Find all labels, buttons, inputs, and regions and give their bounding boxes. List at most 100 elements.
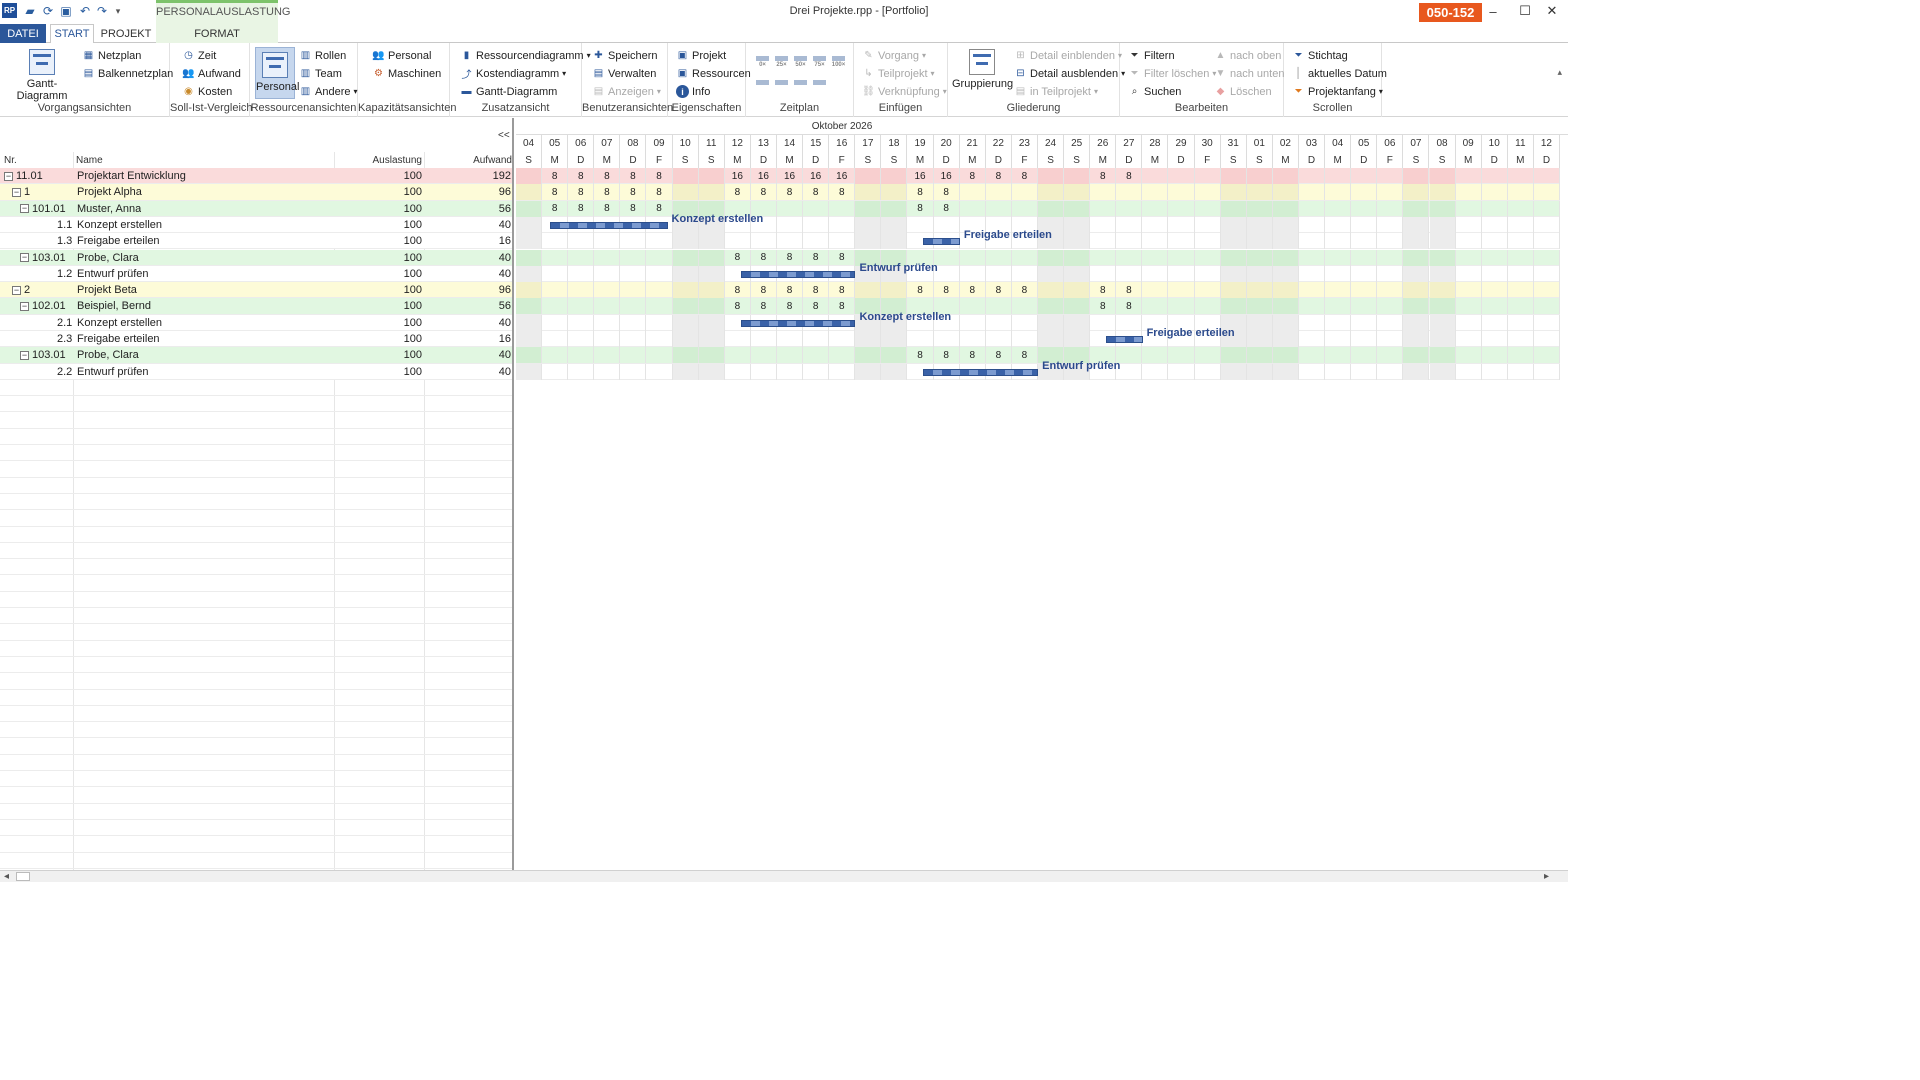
table-row[interactable]: −101.01 Muster, Anna 100 56	[0, 200, 512, 217]
timeline-cell	[986, 331, 1012, 347]
col-auslastung-header[interactable]: Auslastung	[336, 152, 422, 168]
row-auslastung: 100	[403, 333, 422, 345]
zoom-75-icon[interactable]: 75×	[811, 55, 828, 70]
info-button[interactable]: i Info	[676, 83, 710, 100]
in-teilprojekt-button[interactable]: ▤ in Teilprojekt ▾	[1014, 83, 1098, 100]
table-row[interactable]: 2.3 Freigabe erteilen 100 16	[0, 331, 512, 348]
table-row[interactable]: −103.01 Probe, Clara 100 40	[0, 249, 512, 266]
table-row[interactable]: −103.01 Probe, Clara 100 40	[0, 347, 512, 364]
balkennetzplan-button[interactable]: ▤ Balkennetzplan	[82, 65, 173, 82]
align-right-icon[interactable]	[792, 79, 809, 94]
scroll-left-icon[interactable]: ◂	[4, 871, 9, 882]
collapse-row-icon[interactable]: −	[20, 204, 29, 214]
anzeigen-button[interactable]: ▤ Anzeigen ▾	[592, 83, 661, 100]
tab-start[interactable]: START	[50, 24, 94, 44]
close-button[interactable]: ✕	[1537, 2, 1567, 20]
table-row[interactable]: −102.01 Beispiel, Bernd 100 56	[0, 298, 512, 315]
team-button[interactable]: ▥ Team	[299, 65, 342, 82]
task-bar[interactable]	[740, 319, 856, 327]
timeline-cell	[1246, 168, 1273, 184]
zoom-100-icon[interactable]: 100×	[830, 55, 847, 70]
table-row[interactable]: 2.2 Entwurf prüfen 100 40	[0, 363, 512, 380]
horizontal-scrollbar[interactable]: ◂ ▸	[0, 870, 1568, 882]
verknuepfung-button[interactable]: ⛓ Verknüpfung ▾	[862, 83, 947, 100]
task-bar[interactable]	[550, 221, 668, 229]
netzplan-button[interactable]: ▦ Netzplan	[82, 47, 142, 64]
aufwand-button[interactable]: 👥 Aufwand	[182, 65, 241, 82]
stichtag-button[interactable]: ⏷ Stichtag	[1292, 47, 1348, 64]
align-center-icon[interactable]	[773, 79, 790, 94]
table-row[interactable]: 1.1 Konzept erstellen 100 40	[0, 216, 512, 234]
tab-format[interactable]: FORMAT	[156, 24, 278, 43]
kostendiagramm-button[interactable]: ⤴ Kostendiagramm ▾	[460, 65, 567, 82]
scroll-right-icon[interactable]: ▸	[1544, 871, 1549, 882]
verwalten-button[interactable]: ▤ Verwalten	[592, 65, 657, 82]
collapse-table-button[interactable]: <<	[498, 130, 510, 141]
zeitplan-options-icon[interactable]	[811, 79, 828, 94]
zusatz-gantt-button[interactable]: ▬ Gantt-Diagramm	[460, 83, 558, 100]
timeline-cell	[672, 314, 699, 331]
kap-personal-button[interactable]: 👥 Personal	[372, 47, 431, 64]
collapse-row-icon[interactable]: −	[12, 285, 21, 295]
minimize-button[interactable]: –	[1478, 2, 1508, 20]
gantt-small-icon: ▬	[461, 86, 472, 97]
ressourcen-props-button[interactable]: ▣ Ressourcen	[676, 65, 751, 82]
table-row[interactable]: 2.1 Konzept erstellen 100 40	[0, 314, 512, 331]
tab-projekt[interactable]: PROJEKT	[100, 24, 152, 43]
loeschen-button[interactable]: ◆ Löschen	[1214, 83, 1272, 100]
vorgang-button[interactable]: ✎ Vorgang ▾	[862, 47, 926, 64]
task-bar[interactable]	[923, 368, 1039, 376]
table-row[interactable]: −1 Projekt Alpha 100 96	[0, 184, 512, 201]
zeit-button[interactable]: ◷ Zeit	[182, 47, 216, 64]
collapse-row-icon[interactable]: −	[4, 171, 13, 181]
gruppierung-button[interactable]: Gruppierung	[952, 49, 1013, 90]
collapse-row-icon[interactable]: −	[12, 187, 21, 197]
ressourcendiagramm-button[interactable]: ▮ Ressourcendiagramm ▾	[460, 47, 591, 64]
teilprojekt-button[interactable]: ↳ Teilprojekt ▾	[862, 65, 934, 82]
collapse-row-icon[interactable]: −	[20, 253, 29, 262]
personal-view-button[interactable]: Personal	[255, 47, 299, 99]
projekt-props-button[interactable]: ▣ Projekt	[676, 47, 726, 64]
speichern-button[interactable]: ✚ Speichern	[592, 47, 657, 64]
row-name: Freigabe erteilen	[77, 235, 160, 248]
table-row[interactable]: −11.01 Projektart Entwicklung 100 192	[0, 168, 512, 185]
col-aufwand-header[interactable]: Aufwand	[426, 152, 512, 168]
scroll-thumb[interactable]	[16, 872, 30, 881]
zoom-25-icon[interactable]: 25×	[773, 55, 790, 70]
suchen-button[interactable]: ⌕ Suchen	[1128, 83, 1182, 100]
rollen-button[interactable]: ▥ Rollen	[299, 47, 346, 64]
nach-unten-button[interactable]: ▼ nach unten	[1214, 65, 1285, 82]
task-bar[interactable]	[923, 238, 960, 246]
task-bar[interactable]	[740, 270, 856, 278]
detail-einblenden-button[interactable]: ⊞ Detail einblenden ▾	[1014, 47, 1122, 64]
kosten-button[interactable]: ◉ Kosten	[182, 83, 232, 100]
zoom-50-icon[interactable]: 50×	[792, 55, 809, 70]
nach-oben-button[interactable]: ▲ nach oben	[1214, 47, 1282, 64]
ribbon-collapse-icon[interactable]: ▴	[1557, 67, 1562, 78]
table-row[interactable]: 1.2 Entwurf prüfen 100 40	[0, 265, 512, 283]
task-bar[interactable]	[1106, 336, 1143, 343]
aktuelles-datum-button[interactable]: │ aktuelles Datum	[1292, 65, 1387, 82]
collapse-row-icon[interactable]: −	[20, 301, 29, 311]
gantt-diagramm-button[interactable]: Gantt-Diagramm	[4, 49, 80, 102]
timeline-cell	[1325, 249, 1352, 266]
align-left-icon[interactable]	[754, 79, 771, 94]
andere-button[interactable]: ▥ Andere ▾	[299, 83, 358, 100]
collapse-row-icon[interactable]: −	[20, 350, 29, 360]
timeline-cell	[725, 363, 751, 380]
detail-ausblenden-button[interactable]: ⊟ Detail ausblenden ▾	[1014, 65, 1125, 82]
table-row[interactable]: 1.3 Freigabe erteilen 100 16	[0, 233, 512, 250]
col-name-header[interactable]: Name	[76, 152, 103, 168]
timeline-cell	[1299, 216, 1326, 233]
tab-datei[interactable]: DATEI	[0, 24, 46, 43]
filter-loeschen-button[interactable]: ⏷ Filter löschen ▾	[1128, 65, 1217, 82]
maximize-button[interactable]: ☐	[1510, 2, 1540, 20]
maschinen-button[interactable]: ⚙ Maschinen	[372, 65, 441, 82]
filtern-button[interactable]: ⏷ Filtern	[1128, 47, 1175, 64]
col-nr-header[interactable]: Nr.	[4, 152, 17, 168]
empty-row	[0, 494, 512, 511]
zoom-0-icon[interactable]: 0×	[754, 55, 771, 70]
projektanfang-button[interactable]: ⏷ Projektanfang ▾	[1292, 83, 1383, 100]
timeline-cell	[803, 200, 830, 217]
table-row[interactable]: −2 Projekt Beta 100 96	[0, 282, 512, 299]
